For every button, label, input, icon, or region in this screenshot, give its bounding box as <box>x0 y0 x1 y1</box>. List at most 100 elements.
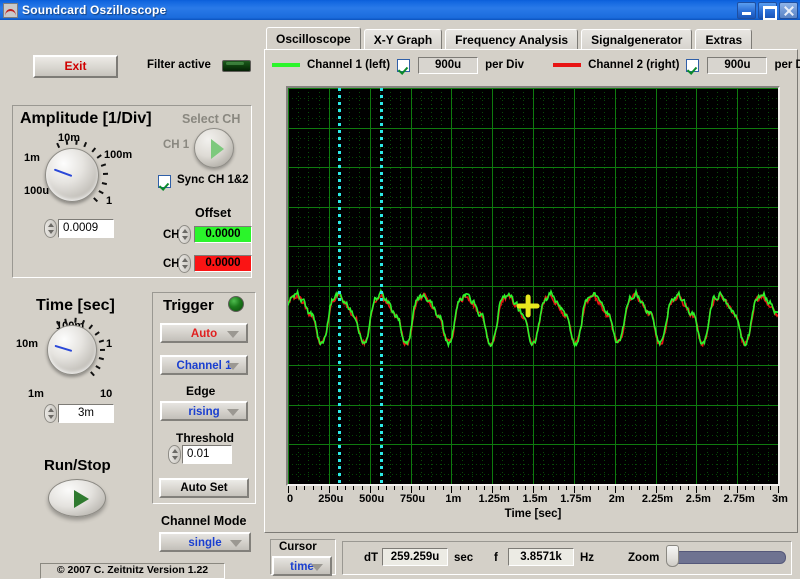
trigger-edge-dropdown[interactable]: rising <box>160 401 248 421</box>
legend-color-swatch-1 <box>272 63 300 67</box>
x-axis-title: Time [sec] <box>504 508 562 520</box>
x-tick-minor <box>647 486 649 490</box>
amp-tick-100m: 100m <box>104 149 133 161</box>
x-tick-label: 2.25m <box>641 493 674 505</box>
x-tick-label: 2m <box>608 493 625 505</box>
legend-checkbox-1[interactable] <box>397 58 411 72</box>
time-knob-tick <box>99 348 106 351</box>
time-value[interactable]: 3m <box>58 404 114 423</box>
copyright-label: © 2007 C. Zeitnitz Version 1.22 <box>40 563 225 579</box>
amplitude-value[interactable]: 0.0009 <box>58 219 114 238</box>
offset-ch2-value[interactable]: 0.0000 <box>194 255 252 272</box>
tab-extras[interactable]: Extras <box>695 29 753 51</box>
tab-label: Oscilloscope <box>276 32 351 46</box>
x-tick-major <box>328 486 330 493</box>
threshold-spinner[interactable] <box>168 445 181 464</box>
x-tick-major <box>288 486 289 493</box>
x-tick-major <box>573 486 575 493</box>
x-tick-minor <box>582 486 583 490</box>
legend-perdiv-value-1[interactable]: 900u <box>418 56 479 74</box>
x-tick-major <box>737 486 739 493</box>
zoom-slider-track[interactable] <box>670 551 786 564</box>
time-knob-tick <box>98 357 105 360</box>
auto-set-button[interactable]: Auto Set <box>159 478 249 498</box>
x-tick-minor <box>761 486 763 490</box>
cursor-label: Cursor <box>279 541 317 553</box>
trigger-led <box>228 296 244 312</box>
select-ch-button[interactable] <box>194 128 234 168</box>
close-icon[interactable] <box>779 2 798 19</box>
dt-value: 259.259u <box>382 548 448 566</box>
x-tick-minor <box>500 486 502 490</box>
select-ch-label: Select CH <box>182 112 241 126</box>
x-tick-minor <box>467 486 469 490</box>
time-knob[interactable] <box>47 325 97 375</box>
trigger-source-value: Channel 1 <box>176 360 232 372</box>
x-tick-minor <box>304 486 306 490</box>
sync-channels-label: Sync CH 1&2 <box>177 174 249 186</box>
trigger-title: Trigger <box>163 297 214 314</box>
channel-legend: Channel 1 (left) 900u per Div Channel 2 (ri… <box>272 56 800 74</box>
offset-ch1-spinner[interactable] <box>178 225 191 244</box>
tab-oscilloscope[interactable]: Oscilloscope <box>266 27 361 51</box>
x-tick-minor <box>312 486 314 490</box>
channel-mode-dropdown[interactable]: single <box>159 532 251 552</box>
x-axis-tick-labels: 0 250u 500u 750u 1m 1.25m 1.5m 1.75m 2m 2.25m 2.5m… <box>286 493 788 507</box>
x-tick-minor <box>394 486 396 490</box>
amp-tick-1m: 1m <box>24 152 40 164</box>
trigger-mode-dropdown[interactable]: Auto <box>160 323 248 343</box>
x-tick-minor <box>704 486 706 490</box>
zoom-label: Zoom <box>628 552 660 564</box>
exit-button[interactable]: Exit <box>33 55 118 78</box>
time-spinner[interactable] <box>44 404 57 423</box>
x-tick-minor <box>475 486 477 490</box>
x-tick-label: 250u <box>318 493 344 505</box>
amplitude-knob[interactable] <box>45 148 99 202</box>
oscilloscope-plot-frame <box>286 86 780 486</box>
x-tick-minor <box>671 486 673 490</box>
x-tick-major <box>533 486 534 493</box>
x-tick-minor <box>516 486 518 490</box>
x-tick-minor <box>508 486 510 490</box>
legend-checkbox-2[interactable] <box>686 58 700 72</box>
amplitude-knob-tick <box>75 139 78 146</box>
sync-channels-checkbox[interactable] <box>158 175 171 188</box>
frequency-unit: Hz <box>580 552 595 564</box>
legend-perdiv-value-2[interactable]: 900u <box>707 56 768 74</box>
x-tick-major <box>492 486 494 493</box>
time-knob-tick <box>90 371 95 376</box>
oscilloscope-plot[interactable] <box>288 88 778 484</box>
x-tick-label: 750u <box>399 493 426 505</box>
application-window: Soundcard Oszilloscope Exit Filter activ… <box>0 0 800 579</box>
trigger-edge-label: Edge <box>186 384 216 398</box>
x-tick-minor <box>680 486 681 490</box>
tab-x-y-graph[interactable]: X-Y Graph <box>363 29 443 51</box>
channel-mode-value: single <box>188 537 222 549</box>
tab-frequency-analysis[interactable]: Frequency Analysis <box>445 29 579 51</box>
minimize-icon[interactable] <box>737 2 756 19</box>
tab-signalgenerator[interactable]: Signalgenerator <box>581 29 693 51</box>
cursor-mode-dropdown[interactable]: time <box>272 556 332 576</box>
zoom-slider-thumb[interactable] <box>666 545 679 567</box>
legend-perdiv-label-2: per Div <box>774 59 800 71</box>
maximize-icon[interactable] <box>758 2 777 20</box>
filter-active-led <box>222 60 251 72</box>
run-stop-button[interactable] <box>48 479 106 517</box>
amp-tick-1: 1 <box>106 195 113 207</box>
x-tick-minor <box>745 486 747 490</box>
control-sidebar: Exit Filter active Amplitude [1/Div] 100… <box>0 20 262 579</box>
amplitude-spinner[interactable] <box>44 219 57 238</box>
amplitude-title: Amplitude [1/Div] <box>20 110 152 127</box>
window-title: Soundcard Oszilloscope <box>22 3 167 17</box>
time-tick-1m: 1m <box>28 388 44 400</box>
x-tick-minor <box>631 486 632 490</box>
offset-ch1-value[interactable]: 0.0000 <box>194 226 252 243</box>
threshold-value[interactable]: 0.01 <box>182 445 232 464</box>
x-tick-major <box>614 486 616 493</box>
x-tick-major <box>410 486 412 493</box>
tab-strip: Oscilloscope X-Y Graph Frequency Analysis S… <box>266 27 755 51</box>
channel-mode-label: Channel Mode <box>161 514 247 528</box>
trigger-source-dropdown[interactable]: Channel 1 <box>160 355 248 375</box>
offset-ch2-spinner[interactable] <box>178 254 191 273</box>
x-tick-minor <box>435 486 436 490</box>
